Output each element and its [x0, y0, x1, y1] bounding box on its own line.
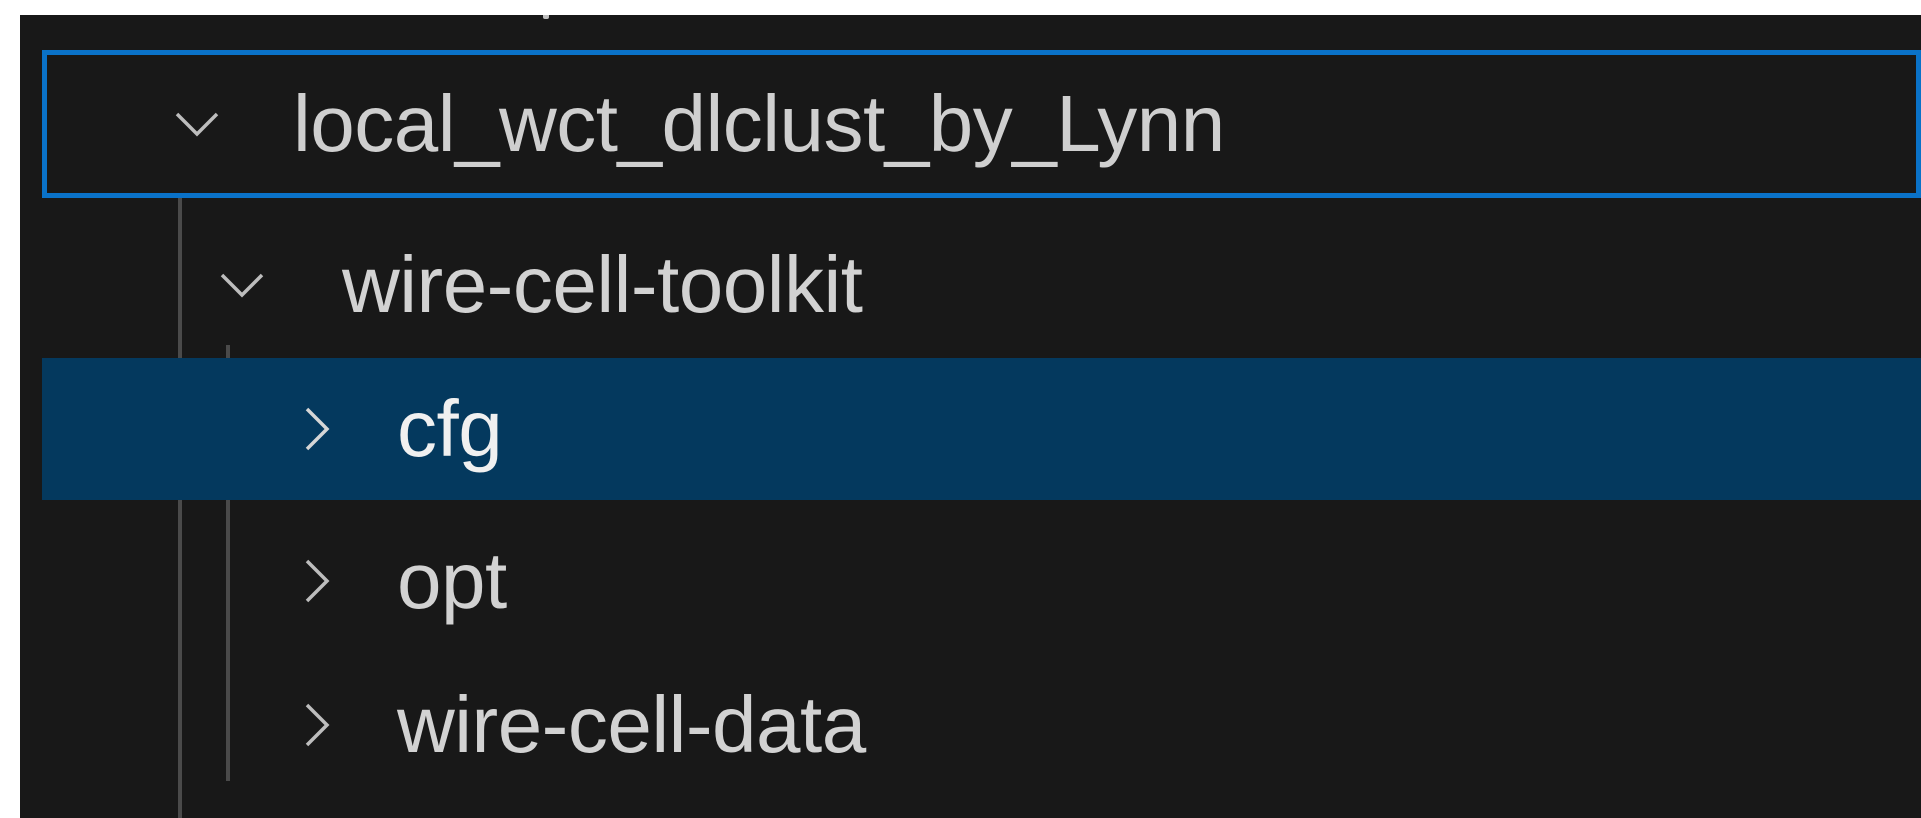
file-explorer-tree: local_wct_dlclust_by_Lynn wire-cell-tool… — [20, 15, 1921, 818]
chevron-down-icon[interactable] — [212, 214, 272, 356]
partial-tree-row — [20, 15, 1921, 45]
tree-item-label: cfg — [397, 384, 503, 473]
tree-item-label: local_wct_dlclust_by_Lynn — [293, 79, 1225, 168]
chevron-right-icon[interactable] — [287, 510, 347, 652]
chevron-right-icon[interactable] — [287, 358, 347, 500]
tree-item-local-wct-dlclust-by-lynn[interactable]: local_wct_dlclust_by_Lynn — [42, 50, 1921, 198]
tree-item-label: opt — [397, 536, 507, 625]
tree-item-label: wire-cell-data — [397, 680, 866, 769]
tree-item-label: wire-cell-toolkit — [342, 240, 863, 329]
tree-item-wire-cell-data[interactable]: wire-cell-data — [42, 654, 1921, 796]
tree-item-opt[interactable]: opt — [42, 510, 1921, 652]
chevron-right-icon[interactable] — [287, 654, 347, 796]
partial-text-glyph — [543, 15, 549, 19]
chevron-down-icon[interactable] — [167, 55, 227, 193]
tree-item-cfg[interactable]: cfg — [42, 358, 1921, 500]
tree-item-wire-cell-toolkit[interactable]: wire-cell-toolkit — [42, 214, 1921, 356]
